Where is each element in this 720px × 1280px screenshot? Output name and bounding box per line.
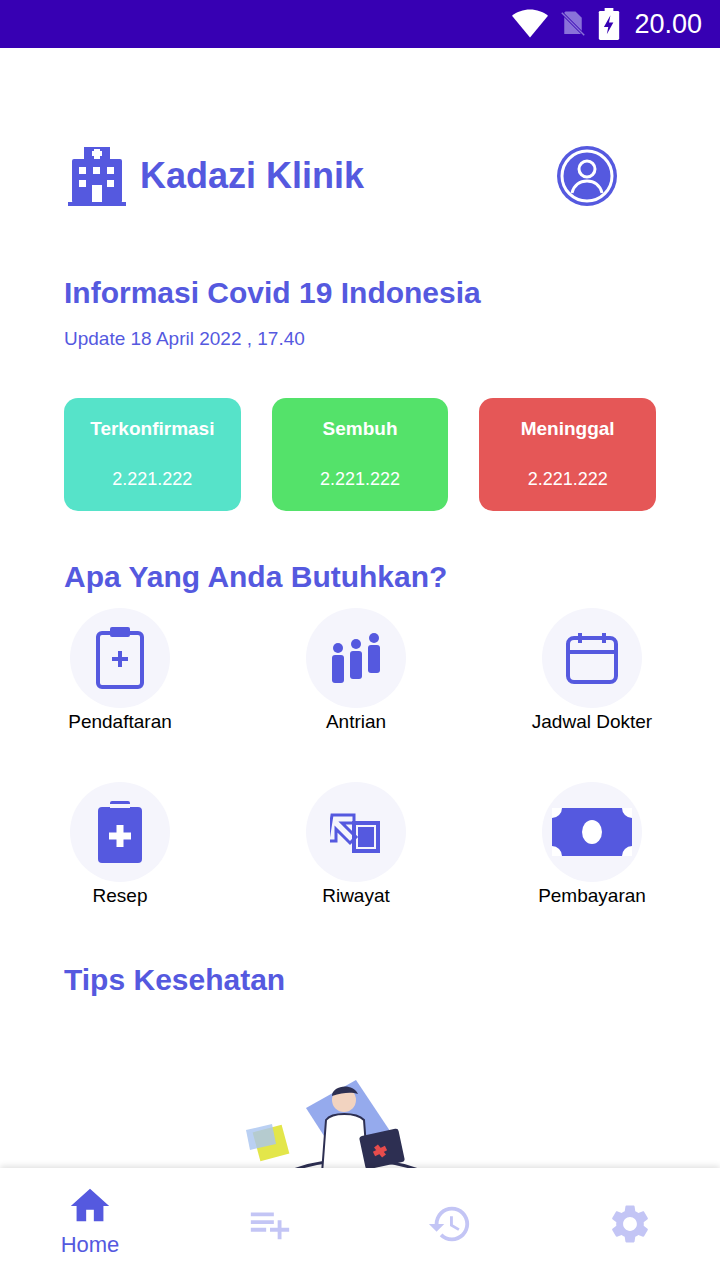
service-icon-circle xyxy=(70,782,170,882)
services-title: Apa Yang Anda Butuhkan? xyxy=(64,557,656,597)
covid-updated: Update 18 April 2022 , 17.40 xyxy=(64,327,656,351)
service-item[interactable]: Jadwal Dokter xyxy=(512,608,672,734)
nav-item[interactable]: Home xyxy=(0,1168,180,1280)
medical-clipboard-icon xyxy=(96,799,144,865)
stat-card: Terkonfirmasi 2.221.222 xyxy=(64,398,241,511)
status-time: 20.00 xyxy=(634,11,702,38)
service-icon-circle xyxy=(306,782,406,882)
battery-charging-icon xyxy=(598,8,620,40)
people-icon xyxy=(328,630,384,686)
status-bar: 20.00 xyxy=(0,0,720,48)
service-icon-circle xyxy=(542,608,642,708)
app-header: Kadazi Klinik xyxy=(66,145,618,207)
service-item[interactable]: Riwayat xyxy=(276,782,436,908)
bottom-nav: Home xyxy=(0,1168,720,1280)
stat-card: Meninggal 2.221.222 xyxy=(479,398,656,511)
nav-item[interactable] xyxy=(540,1168,720,1280)
wifi-icon xyxy=(512,9,548,39)
stat-label: Sembuh xyxy=(323,417,398,441)
stat-value: 2.221.222 xyxy=(320,468,400,490)
stat-label: Meninggal xyxy=(521,417,615,441)
money-icon xyxy=(552,808,632,856)
service-label: Jadwal Dokter xyxy=(532,710,652,734)
covid-stats: Terkonfirmasi2.221.222Sembuh2.221.222Men… xyxy=(64,398,656,511)
service-icon-circle xyxy=(70,608,170,708)
tips-title: Tips Kesehatan xyxy=(64,960,720,1000)
profile-icon[interactable] xyxy=(556,145,618,207)
stat-value: 2.221.222 xyxy=(528,468,608,490)
service-item[interactable]: Antrian xyxy=(276,608,436,734)
home-icon xyxy=(67,1183,113,1229)
service-label: Riwayat xyxy=(322,884,390,908)
settings-icon xyxy=(607,1201,653,1247)
home-content: Kadazi Klinik Informasi Covid 19 Indonesi… xyxy=(0,48,720,1168)
history-document-icon xyxy=(330,809,382,855)
logo-text: Kadazi Klinik xyxy=(140,154,364,198)
nav-item[interactable] xyxy=(180,1168,360,1280)
health-tips-illustration xyxy=(246,1078,466,1168)
service-label: Resep xyxy=(93,884,148,908)
service-item[interactable]: Pembayaran xyxy=(512,782,672,908)
stat-value: 2.221.222 xyxy=(112,468,192,490)
calendar-icon xyxy=(564,630,620,686)
stat-card: Sembuh 2.221.222 xyxy=(272,398,449,511)
no-sim-icon xyxy=(558,9,588,39)
covid-title: Informasi Covid 19 Indonesia xyxy=(64,273,656,313)
services-grid: Pendaftaran Antrian Jadwal Dokter Resep Riwa… xyxy=(40,608,720,908)
hospital-icon xyxy=(66,145,128,207)
service-label: Antrian xyxy=(326,710,386,734)
clipboard-plus-icon xyxy=(94,625,146,691)
history-icon xyxy=(427,1201,473,1247)
service-icon-circle xyxy=(306,608,406,708)
service-item[interactable]: Pendaftaran xyxy=(40,608,200,734)
service-icon-circle xyxy=(542,782,642,882)
nav-label: Home xyxy=(61,1231,120,1259)
playlist-add-icon xyxy=(247,1201,293,1247)
tips-illustration xyxy=(246,1078,720,1168)
service-label: Pendaftaran xyxy=(68,710,172,734)
service-item[interactable]: Resep xyxy=(40,782,200,908)
nav-item[interactable] xyxy=(360,1168,540,1280)
service-label: Pembayaran xyxy=(538,884,646,908)
stat-label: Terkonfirmasi xyxy=(90,417,214,441)
logo: Kadazi Klinik xyxy=(66,145,364,207)
